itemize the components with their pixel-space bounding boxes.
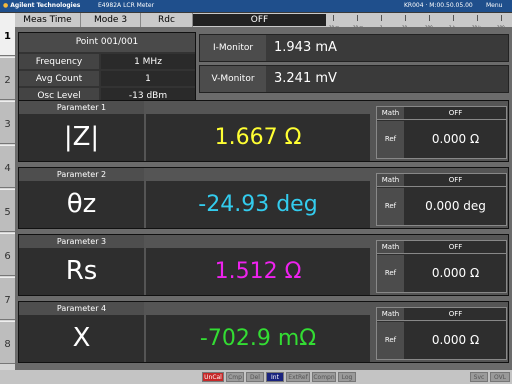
math-label: Math bbox=[377, 308, 404, 320]
math-value: OFF bbox=[448, 176, 463, 184]
parameter-panel-3[interactable]: Parameter 3 Rs 1.512 Ω Math OFF Ref 0.000 … bbox=[18, 234, 509, 296]
ref-value: 0.000 Ω bbox=[431, 333, 480, 347]
side-tab-7[interactable]: 7 bbox=[0, 277, 15, 320]
measurement-display: Point 001/001 Frequency 1 MHz Avg Count … bbox=[15, 27, 512, 370]
parameter-name: θz bbox=[19, 181, 144, 228]
ref-label: Ref bbox=[377, 255, 404, 292]
compn-indicator: Compn bbox=[312, 372, 336, 382]
side-tab-5[interactable]: 5 bbox=[0, 189, 15, 232]
rdc-button[interactable]: Rdc bbox=[141, 13, 193, 27]
rdc-state: OFF bbox=[193, 14, 326, 26]
menu-button[interactable]: Menu bbox=[486, 0, 502, 12]
mode-button[interactable]: Mode 3 bbox=[81, 13, 141, 27]
v-monitor-value: 3.241 mV bbox=[274, 71, 337, 86]
parameter-value: -24.93 deg bbox=[146, 181, 370, 228]
point-title: Point 001/001 bbox=[19, 33, 195, 52]
ref-value: 0.000 Ω bbox=[431, 132, 480, 146]
int-indicator: Int bbox=[266, 372, 284, 382]
status-bar: UnCal Cmp Del Int ExtRef Compn Log Svc O… bbox=[0, 370, 512, 384]
side-tab-2[interactable]: 2 bbox=[0, 57, 15, 100]
ref-label: Ref bbox=[377, 322, 404, 359]
parameter-name: Rs bbox=[19, 248, 144, 295]
side-tab-8[interactable]: 8 bbox=[0, 321, 15, 364]
math-ref-box[interactable]: Math OFF Ref 0.000 Ω bbox=[376, 106, 507, 159]
math-ref-box[interactable]: Math OFF Ref 0.000 Ω bbox=[376, 240, 507, 293]
parameter-value: -702.9 mΩ bbox=[146, 315, 370, 362]
side-tab-3[interactable]: 3 bbox=[0, 101, 15, 144]
i-monitor: I-Monitor 1.943 mA bbox=[199, 34, 509, 62]
math-value: OFF bbox=[448, 243, 463, 251]
math-label: Math bbox=[377, 241, 404, 253]
parameter-value: 1.667 Ω bbox=[146, 114, 370, 161]
uncal-indicator: UnCal bbox=[202, 372, 224, 382]
parameter-title: Parameter 4 bbox=[19, 302, 144, 315]
math-label: Math bbox=[377, 107, 404, 119]
frequency-label: Frequency bbox=[19, 54, 99, 69]
ref-value: 0.000 Ω bbox=[431, 266, 480, 280]
v-monitor: V-Monitor 3.241 mV bbox=[199, 65, 509, 93]
ref-value: 0.000 deg bbox=[425, 199, 486, 213]
parameter-name: X bbox=[19, 315, 144, 362]
math-value: OFF bbox=[448, 310, 463, 318]
parameter-title: Parameter 3 bbox=[19, 235, 144, 248]
avg-count-label: Avg Count bbox=[19, 71, 99, 86]
del-indicator: Del bbox=[246, 372, 264, 382]
instrument-status: KR004 · M:00.50.05.00 bbox=[404, 2, 473, 9]
frequency-row: Frequency 1 MHz bbox=[19, 54, 195, 70]
side-tabs: 1 2 3 4 5 6 7 8 bbox=[0, 13, 15, 370]
avg-count-value: 1 bbox=[101, 71, 195, 86]
frequency-value: 1 MHz bbox=[101, 54, 195, 69]
parameter-title: Parameter 1 bbox=[19, 101, 144, 114]
ref-label: Ref bbox=[377, 121, 404, 158]
math-ref-box[interactable]: Math OFF Ref 0.000 Ω bbox=[376, 307, 507, 360]
brand-logo: ● Agilent Technologies bbox=[3, 2, 81, 9]
svc-indicator: Svc bbox=[470, 372, 488, 382]
side-tab-4[interactable]: 4 bbox=[0, 145, 15, 188]
avg-count-row: Avg Count 1 bbox=[19, 71, 195, 87]
side-tab-6[interactable]: 6 bbox=[0, 233, 15, 276]
i-monitor-value: 1.943 mA bbox=[274, 40, 337, 55]
instrument-model: E4982A LCR Meter bbox=[98, 2, 155, 9]
math-value: OFF bbox=[448, 109, 463, 117]
side-tab-1[interactable]: 1 bbox=[0, 13, 15, 56]
math-label: Math bbox=[377, 174, 404, 186]
ovl-indicator: OVL bbox=[490, 372, 510, 382]
parameter-title: Parameter 2 bbox=[19, 168, 144, 181]
math-ref-box[interactable]: Math OFF Ref 0.000 deg bbox=[376, 173, 507, 226]
parameter-value: 1.512 Ω bbox=[146, 248, 370, 295]
parameter-panel-1[interactable]: Parameter 1 |Z| 1.667 Ω Math OFF Ref 0.000… bbox=[18, 100, 509, 162]
setup-bar: Meas Time Mode 3 Rdc OFF 10 m 10 m 1 10 … bbox=[15, 13, 512, 30]
title-bar: ● Agilent Technologies E4982A LCR Meter K… bbox=[0, 0, 512, 12]
parameter-name: |Z| bbox=[19, 114, 144, 161]
i-monitor-label: I-Monitor bbox=[200, 35, 266, 61]
cmp-indicator: Cmp bbox=[226, 372, 244, 382]
extref-indicator: ExtRef bbox=[286, 372, 310, 382]
range-ruler: 10 m 10 m 1 10 100 1 k 10 k 100 bbox=[327, 13, 512, 30]
ref-label: Ref bbox=[377, 188, 404, 225]
parameter-panel-4[interactable]: Parameter 4 X -702.9 mΩ Math OFF Ref 0.000… bbox=[18, 301, 509, 363]
v-monitor-label: V-Monitor bbox=[200, 66, 266, 92]
meas-time-button[interactable]: Meas Time bbox=[15, 13, 81, 27]
parameter-panel-2[interactable]: Parameter 2 θz -24.93 deg Math OFF Ref 0.0… bbox=[18, 167, 509, 229]
log-indicator: Log bbox=[338, 372, 356, 382]
